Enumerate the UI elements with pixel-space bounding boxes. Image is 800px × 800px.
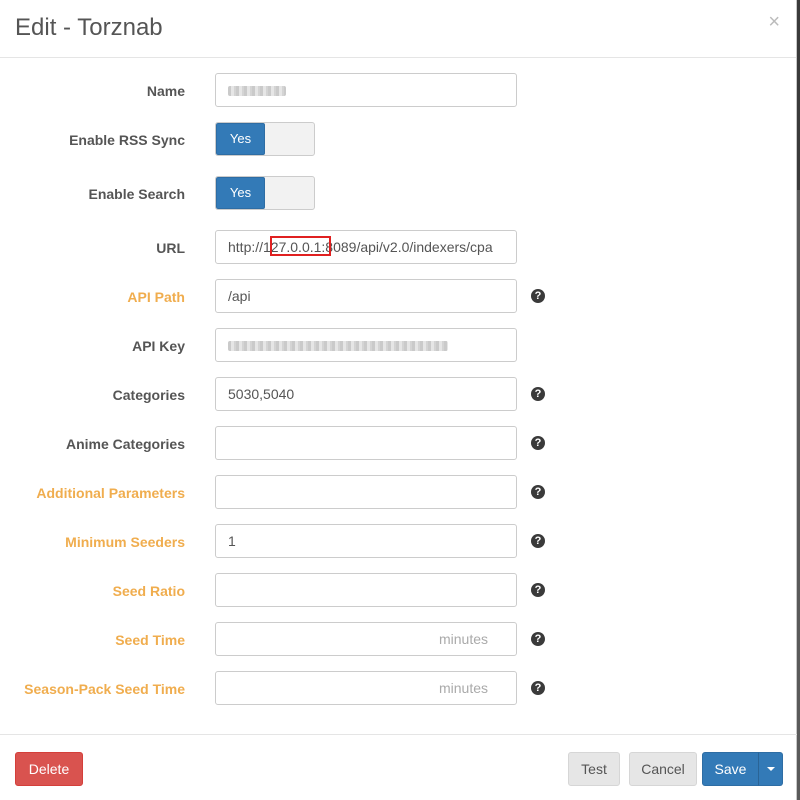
help-icon[interactable]: ? xyxy=(531,289,545,303)
test-button[interactable]: Test xyxy=(568,752,620,786)
additional-parameters-input[interactable] xyxy=(215,475,517,509)
url-input[interactable]: http://127.0.0.1:8089/api/v2.0/indexers/… xyxy=(215,230,517,264)
form-row-url: URL http://127.0.0.1:8089/api/v2.0/index… xyxy=(0,230,797,266)
redacted-value xyxy=(228,341,448,352)
name-input[interactable] xyxy=(215,73,517,107)
categories-input[interactable]: 5030,5040 xyxy=(215,377,517,411)
form-row-enable-search: Enable Search Yes xyxy=(0,176,797,212)
help-icon[interactable]: ? xyxy=(531,485,545,499)
form-row-api-path: API Path /api ? xyxy=(0,279,797,315)
api-key-input[interactable] xyxy=(215,328,517,362)
seed-time-input[interactable]: minutes xyxy=(215,622,517,656)
additional-parameters-label: Additional Parameters xyxy=(36,485,185,501)
help-icon[interactable]: ? xyxy=(531,387,545,401)
form-row-anime-categories: Anime Categories ? xyxy=(0,426,797,462)
name-label: Name xyxy=(146,83,185,99)
edit-indexer-modal: Edit - Torznab × Name Enable RSS Sync Ye… xyxy=(0,0,797,800)
url-value: http://127.0.0.1:8089/api/v2.0/indexers/… xyxy=(228,239,493,255)
redacted-value xyxy=(228,86,286,97)
help-icon[interactable]: ? xyxy=(531,681,545,695)
seed-time-suffix: minutes xyxy=(438,631,488,647)
api-path-input[interactable]: /api xyxy=(215,279,517,313)
modal-title: Edit - Torznab xyxy=(15,14,163,41)
help-icon[interactable]: ? xyxy=(531,534,545,548)
toggle-yes: Yes xyxy=(216,177,265,209)
help-icon[interactable]: ? xyxy=(531,436,545,450)
seed-ratio-label: Seed Ratio xyxy=(112,583,185,599)
cancel-button[interactable]: Cancel xyxy=(629,752,697,786)
modal-footer: Delete Test Cancel Save xyxy=(0,734,797,800)
modal-header: Edit - Torznab × xyxy=(0,0,796,58)
save-button[interactable]: Save xyxy=(702,752,759,786)
seed-time-label: Seed Time xyxy=(115,632,185,648)
season-pack-seed-time-input[interactable]: minutes xyxy=(215,671,517,705)
api-key-label: API Key xyxy=(132,338,185,354)
close-icon[interactable]: × xyxy=(768,12,780,32)
form-row-additional-parameters: Additional Parameters ? xyxy=(0,475,797,511)
form-row-minimum-seeders: Minimum Seeders 1 ? xyxy=(0,524,797,560)
help-icon[interactable]: ? xyxy=(531,632,545,646)
categories-label: Categories xyxy=(112,387,185,403)
enable-search-toggle[interactable]: Yes xyxy=(215,176,315,210)
enable-rss-sync-label: Enable RSS Sync xyxy=(69,132,185,148)
help-icon[interactable]: ? xyxy=(531,583,545,597)
toggle-yes: Yes xyxy=(216,123,265,155)
form-row-enable-rss-sync: Enable RSS Sync Yes xyxy=(0,122,797,158)
form-row-seed-time: Seed Time minutes ? xyxy=(0,622,797,658)
save-options-button[interactable] xyxy=(758,752,783,786)
form-row-api-key: API Key xyxy=(0,328,797,364)
form-row-name: Name xyxy=(0,73,797,109)
anime-categories-input[interactable] xyxy=(215,426,517,460)
seed-ratio-input[interactable] xyxy=(215,573,517,607)
enable-search-label: Enable Search xyxy=(88,186,186,202)
anime-categories-label: Anime Categories xyxy=(65,436,185,452)
form-row-categories: Categories 5030,5040 ? xyxy=(0,377,797,413)
season-pack-seed-time-suffix: minutes xyxy=(438,680,488,696)
form-row-season-pack-seed-time: Season-Pack Seed Time minutes ? xyxy=(0,671,797,707)
delete-button[interactable]: Delete xyxy=(15,752,83,786)
form-row-seed-ratio: Seed Ratio ? xyxy=(0,573,797,609)
api-path-label: API Path xyxy=(127,289,185,305)
url-label: URL xyxy=(156,240,185,256)
minimum-seeders-label: Minimum Seeders xyxy=(65,534,185,550)
season-pack-seed-time-label: Season-Pack Seed Time xyxy=(24,681,185,697)
minimum-seeders-input[interactable]: 1 xyxy=(215,524,517,558)
caret-down-icon xyxy=(767,767,775,771)
enable-rss-sync-toggle[interactable]: Yes xyxy=(215,122,315,156)
indexer-form: Name Enable RSS Sync Yes Enable Search Y… xyxy=(0,58,797,734)
